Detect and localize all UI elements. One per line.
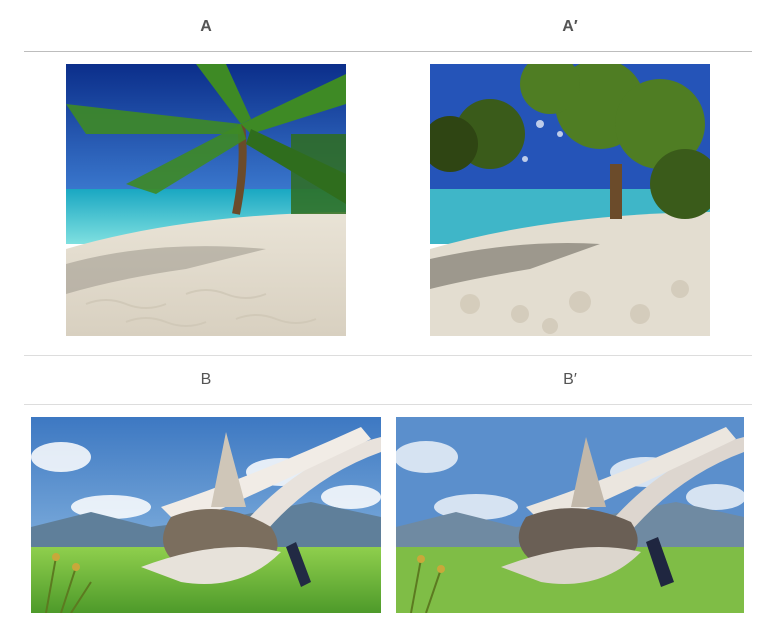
divider-top: [24, 51, 752, 52]
label-b-prime: B′: [563, 371, 577, 388]
divider-bottom: [24, 404, 752, 405]
divider-middle: [24, 355, 752, 356]
image-b-prime-stylized-landscape: [396, 417, 744, 613]
label-a: A: [200, 18, 212, 35]
label-b: B: [200, 371, 212, 388]
image-a-prime-stylized-beach: [430, 64, 710, 336]
label-a-prime: A′: [562, 18, 578, 35]
image-a-beach-photo: [66, 64, 346, 336]
image-b-fantasy-landscape: [31, 417, 381, 613]
